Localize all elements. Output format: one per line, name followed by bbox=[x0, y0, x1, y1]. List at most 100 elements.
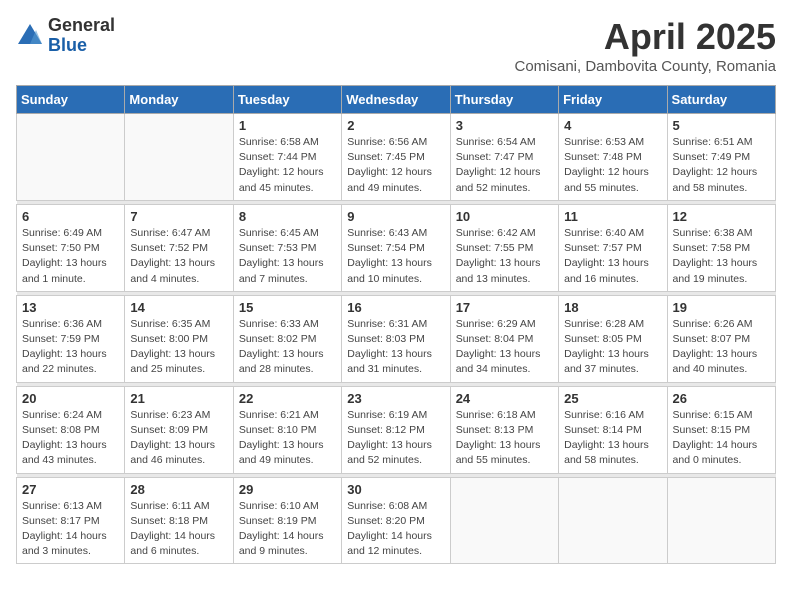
calendar-day-cell: 25 Sunrise: 6:16 AM Sunset: 8:14 PM Dayli… bbox=[559, 386, 667, 473]
calendar-day-cell: 14 Sunrise: 6:35 AM Sunset: 8:00 PM Dayli… bbox=[125, 295, 233, 382]
day-detail: Sunrise: 6:56 AM Sunset: 7:45 PM Dayligh… bbox=[347, 135, 444, 196]
day-detail: Sunrise: 6:21 AM Sunset: 8:10 PM Dayligh… bbox=[239, 408, 336, 469]
day-number: 14 bbox=[130, 300, 227, 315]
day-detail: Sunrise: 6:58 AM Sunset: 7:44 PM Dayligh… bbox=[239, 135, 336, 196]
calendar-week-row: 1 Sunrise: 6:58 AM Sunset: 7:44 PM Daylig… bbox=[17, 114, 776, 201]
calendar-day-cell: 22 Sunrise: 6:21 AM Sunset: 8:10 PM Dayli… bbox=[233, 386, 341, 473]
weekday-header: Saturday bbox=[667, 86, 775, 114]
day-detail: Sunrise: 6:11 AM Sunset: 8:18 PM Dayligh… bbox=[130, 499, 227, 560]
calendar-week-row: 27 Sunrise: 6:13 AM Sunset: 8:17 PM Dayli… bbox=[17, 477, 776, 564]
calendar-day-cell bbox=[125, 114, 233, 201]
calendar-day-cell: 12 Sunrise: 6:38 AM Sunset: 7:58 PM Dayli… bbox=[667, 204, 775, 291]
calendar-day-cell: 5 Sunrise: 6:51 AM Sunset: 7:49 PM Daylig… bbox=[667, 114, 775, 201]
calendar-day-cell: 21 Sunrise: 6:23 AM Sunset: 8:09 PM Dayli… bbox=[125, 386, 233, 473]
day-number: 9 bbox=[347, 209, 444, 224]
calendar-day-cell: 29Sunrise: 6:10 AM Sunset: 8:19 PM Dayli… bbox=[233, 477, 341, 564]
calendar-week-row: 13Sunrise: 6:36 AM Sunset: 7:59 PM Dayli… bbox=[17, 295, 776, 382]
day-detail: Sunrise: 6:31 AM Sunset: 8:03 PM Dayligh… bbox=[347, 317, 444, 378]
day-detail: Sunrise: 6:26 AM Sunset: 8:07 PM Dayligh… bbox=[673, 317, 770, 378]
day-number: 4 bbox=[564, 118, 661, 133]
page-header: General Blue April 2025 Comisani, Dambov… bbox=[16, 16, 776, 75]
day-detail: Sunrise: 6:53 AM Sunset: 7:48 PM Dayligh… bbox=[564, 135, 661, 196]
day-detail: Sunrise: 6:47 AM Sunset: 7:52 PM Dayligh… bbox=[130, 226, 227, 287]
day-number: 1 bbox=[239, 118, 336, 133]
calendar-day-cell: 7Sunrise: 6:47 AM Sunset: 7:52 PM Daylig… bbox=[125, 204, 233, 291]
logo-icon bbox=[16, 22, 44, 50]
day-number: 22 bbox=[239, 391, 336, 406]
calendar-day-cell: 24Sunrise: 6:18 AM Sunset: 8:13 PM Dayli… bbox=[450, 386, 558, 473]
day-number: 30 bbox=[347, 482, 444, 497]
calendar-day-cell: 2Sunrise: 6:56 AM Sunset: 7:45 PM Daylig… bbox=[342, 114, 450, 201]
day-number: 16 bbox=[347, 300, 444, 315]
calendar-day-cell: 15Sunrise: 6:33 AM Sunset: 8:02 PM Dayli… bbox=[233, 295, 341, 382]
day-number: 5 bbox=[673, 118, 770, 133]
day-number: 23 bbox=[347, 391, 444, 406]
calendar-table: SundayMondayTuesdayWednesdayThursdayFrid… bbox=[16, 85, 776, 564]
calendar-day-cell bbox=[559, 477, 667, 564]
calendar-day-cell: 30 Sunrise: 6:08 AM Sunset: 8:20 PM Dayli… bbox=[342, 477, 450, 564]
day-detail: Sunrise: 6:49 AM Sunset: 7:50 PM Dayligh… bbox=[22, 226, 119, 287]
calendar-header-row: SundayMondayTuesdayWednesdayThursdayFrid… bbox=[17, 86, 776, 114]
weekday-header: Sunday bbox=[17, 86, 125, 114]
day-detail: Sunrise: 6:42 AM Sunset: 7:55 PM Dayligh… bbox=[456, 226, 553, 287]
calendar-day-cell: 16 Sunrise: 6:31 AM Sunset: 8:03 PM Dayli… bbox=[342, 295, 450, 382]
logo-general-text: General bbox=[48, 16, 115, 36]
weekday-header: Tuesday bbox=[233, 86, 341, 114]
location-subtitle: Comisani, Dambovita County, Romania bbox=[515, 58, 777, 75]
day-number: 19 bbox=[673, 300, 770, 315]
day-number: 11 bbox=[564, 209, 661, 224]
calendar-day-cell: 4 Sunrise: 6:53 AM Sunset: 7:48 PM Daylig… bbox=[559, 114, 667, 201]
day-detail: Sunrise: 6:33 AM Sunset: 8:02 PM Dayligh… bbox=[239, 317, 336, 378]
calendar-day-cell: 20 Sunrise: 6:24 AM Sunset: 8:08 PM Dayli… bbox=[17, 386, 125, 473]
day-number: 18 bbox=[564, 300, 661, 315]
calendar-day-cell: 6Sunrise: 6:49 AM Sunset: 7:50 PM Daylig… bbox=[17, 204, 125, 291]
logo: General Blue bbox=[16, 16, 115, 56]
calendar-day-cell: 9 Sunrise: 6:43 AM Sunset: 7:54 PM Daylig… bbox=[342, 204, 450, 291]
calendar-day-cell bbox=[17, 114, 125, 201]
calendar-day-cell: 28 Sunrise: 6:11 AM Sunset: 8:18 PM Dayli… bbox=[125, 477, 233, 564]
day-detail: Sunrise: 6:16 AM Sunset: 8:14 PM Dayligh… bbox=[564, 408, 661, 469]
day-detail: Sunrise: 6:24 AM Sunset: 8:08 PM Dayligh… bbox=[22, 408, 119, 469]
calendar-week-row: 6Sunrise: 6:49 AM Sunset: 7:50 PM Daylig… bbox=[17, 204, 776, 291]
day-number: 29 bbox=[239, 482, 336, 497]
day-number: 10 bbox=[456, 209, 553, 224]
calendar-day-cell: 19 Sunrise: 6:26 AM Sunset: 8:07 PM Dayli… bbox=[667, 295, 775, 382]
day-detail: Sunrise: 6:38 AM Sunset: 7:58 PM Dayligh… bbox=[673, 226, 770, 287]
calendar-day-cell: 26Sunrise: 6:15 AM Sunset: 8:15 PM Dayli… bbox=[667, 386, 775, 473]
day-detail: Sunrise: 6:28 AM Sunset: 8:05 PM Dayligh… bbox=[564, 317, 661, 378]
day-number: 12 bbox=[673, 209, 770, 224]
calendar-day-cell: 11 Sunrise: 6:40 AM Sunset: 7:57 PM Dayli… bbox=[559, 204, 667, 291]
logo-blue-text: Blue bbox=[48, 36, 115, 56]
title-area: April 2025 Comisani, Dambovita County, R… bbox=[515, 16, 777, 75]
weekday-header: Friday bbox=[559, 86, 667, 114]
day-detail: Sunrise: 6:29 AM Sunset: 8:04 PM Dayligh… bbox=[456, 317, 553, 378]
calendar-day-cell bbox=[450, 477, 558, 564]
day-detail: Sunrise: 6:43 AM Sunset: 7:54 PM Dayligh… bbox=[347, 226, 444, 287]
day-detail: Sunrise: 6:19 AM Sunset: 8:12 PM Dayligh… bbox=[347, 408, 444, 469]
day-detail: Sunrise: 6:36 AM Sunset: 7:59 PM Dayligh… bbox=[22, 317, 119, 378]
calendar-day-cell: 18 Sunrise: 6:28 AM Sunset: 8:05 PM Dayli… bbox=[559, 295, 667, 382]
day-number: 21 bbox=[130, 391, 227, 406]
day-detail: Sunrise: 6:08 AM Sunset: 8:20 PM Dayligh… bbox=[347, 499, 444, 560]
day-detail: Sunrise: 6:13 AM Sunset: 8:17 PM Dayligh… bbox=[22, 499, 119, 560]
day-number: 28 bbox=[130, 482, 227, 497]
day-detail: Sunrise: 6:45 AM Sunset: 7:53 PM Dayligh… bbox=[239, 226, 336, 287]
day-number: 27 bbox=[22, 482, 119, 497]
day-number: 26 bbox=[673, 391, 770, 406]
day-number: 8 bbox=[239, 209, 336, 224]
calendar-day-cell: 27 Sunrise: 6:13 AM Sunset: 8:17 PM Dayli… bbox=[17, 477, 125, 564]
day-number: 25 bbox=[564, 391, 661, 406]
day-number: 24 bbox=[456, 391, 553, 406]
day-number: 17 bbox=[456, 300, 553, 315]
day-detail: Sunrise: 6:40 AM Sunset: 7:57 PM Dayligh… bbox=[564, 226, 661, 287]
day-detail: Sunrise: 6:35 AM Sunset: 8:00 PM Dayligh… bbox=[130, 317, 227, 378]
day-detail: Sunrise: 6:23 AM Sunset: 8:09 PM Dayligh… bbox=[130, 408, 227, 469]
calendar-day-cell: 8 Sunrise: 6:45 AM Sunset: 7:53 PM Daylig… bbox=[233, 204, 341, 291]
calendar-day-cell: 3Sunrise: 6:54 AM Sunset: 7:47 PM Daylig… bbox=[450, 114, 558, 201]
calendar-day-cell: 13Sunrise: 6:36 AM Sunset: 7:59 PM Dayli… bbox=[17, 295, 125, 382]
day-number: 20 bbox=[22, 391, 119, 406]
calendar-day-cell: 17 Sunrise: 6:29 AM Sunset: 8:04 PM Dayli… bbox=[450, 295, 558, 382]
calendar-day-cell: 10 Sunrise: 6:42 AM Sunset: 7:55 PM Dayli… bbox=[450, 204, 558, 291]
weekday-header: Monday bbox=[125, 86, 233, 114]
day-detail: Sunrise: 6:51 AM Sunset: 7:49 PM Dayligh… bbox=[673, 135, 770, 196]
